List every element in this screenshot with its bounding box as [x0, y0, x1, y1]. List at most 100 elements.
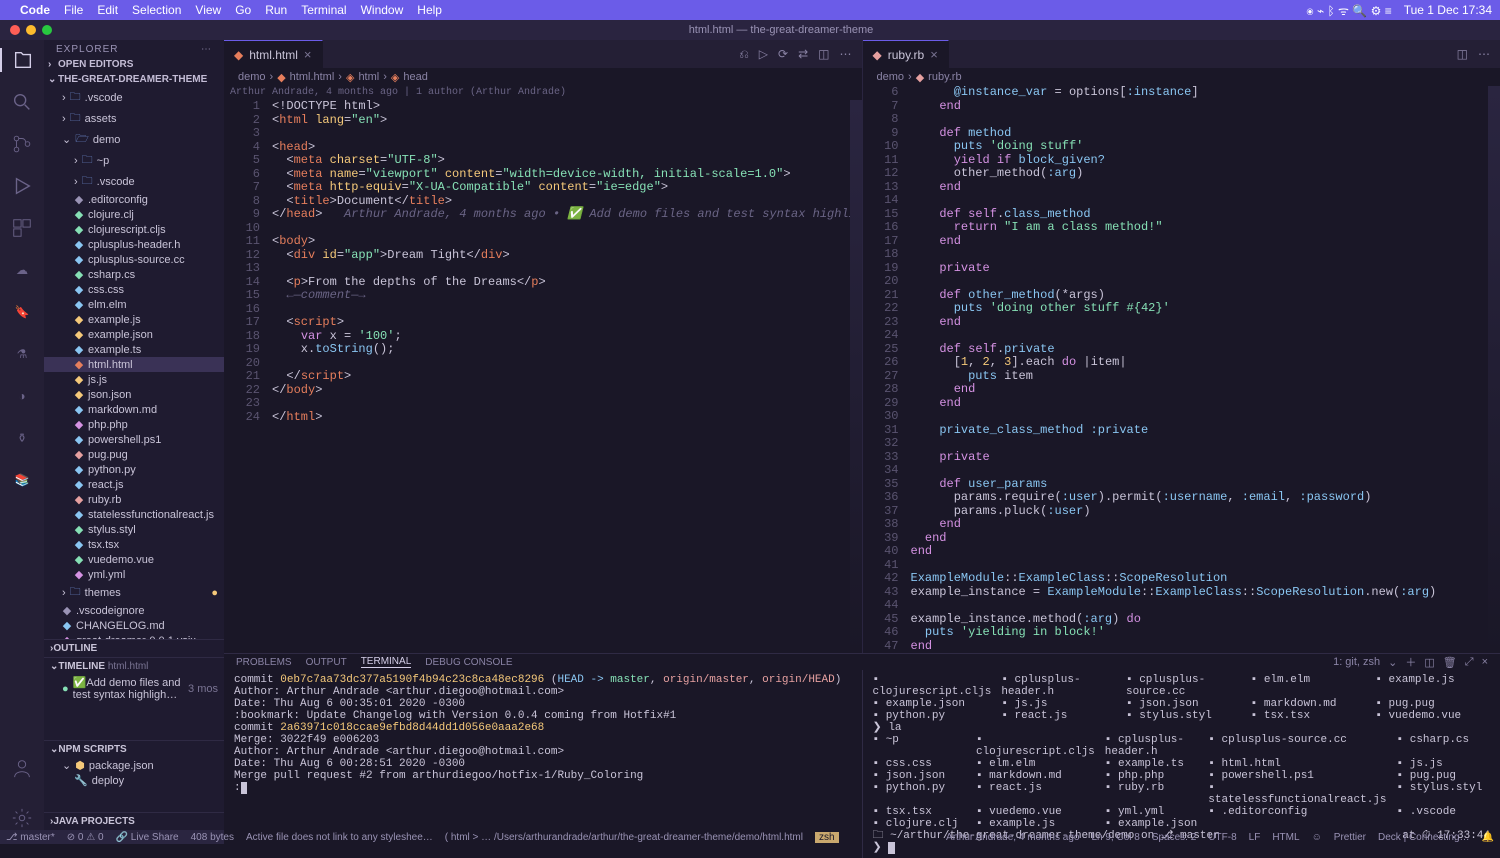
terminal-pane-right[interactable]: ▪ clojurescript.cljs▪ cplusplus-header.h…	[862, 670, 1500, 858]
split-icon[interactable]: ◫	[1457, 47, 1468, 61]
new-terminal-icon[interactable]: ＋	[1405, 654, 1416, 670]
breadcrumb[interactable]: demo› ◆html.html› ◈html› ◈head	[224, 68, 862, 86]
more-icon[interactable]: ⋯	[201, 44, 212, 55]
tree-node[interactable]: ◆powershell.ps1	[44, 432, 224, 447]
tab-ruby[interactable]: ◆ ruby.rb ×	[863, 40, 949, 68]
minimap[interactable]	[850, 100, 862, 653]
menu-item-go[interactable]: Go	[235, 3, 251, 17]
close-tab-icon[interactable]: ×	[304, 47, 312, 62]
code-area[interactable]: 6789101112131415161718192021222324252627…	[863, 86, 1500, 653]
tree-node[interactable]: ◆vuedemo.vue	[44, 552, 224, 567]
stylesheet-status[interactable]: Active file does not link to any stylesh…	[246, 832, 433, 843]
tree-node[interactable]: ◆python.py	[44, 462, 224, 477]
java-projects-section[interactable]: ›JAVA PROJECTS	[44, 812, 224, 830]
tree-node[interactable]: ◆example.ts	[44, 342, 224, 357]
split-terminal-icon[interactable]: ◫	[1424, 656, 1434, 669]
open-editors-section[interactable]: ›OPEN EDITORS	[44, 57, 224, 72]
menu-item-edit[interactable]: Edit	[97, 3, 118, 17]
language-status[interactable]: HTML	[1272, 832, 1299, 843]
prettier-status[interactable]: Prettier	[1334, 832, 1366, 843]
tree-node[interactable]: ◆ruby.rb	[44, 492, 224, 507]
tree-node[interactable]: ◆csharp.cs	[44, 267, 224, 282]
tree-node[interactable]: ›🗀.vscode	[44, 171, 224, 192]
minimize-window-icon[interactable]	[26, 25, 36, 35]
npm-script[interactable]: 🔧deploy	[44, 773, 224, 788]
menu-item-help[interactable]: Help	[417, 3, 442, 17]
run-debug-icon[interactable]	[10, 174, 34, 198]
tree-node[interactable]: ◆elm.elm	[44, 297, 224, 312]
test-icon[interactable]: ⚗	[10, 342, 34, 366]
tray-icons[interactable]: ⦿ ⌁ ᛒ ᯤ 🔍 ⚙ ≡	[1306, 2, 1391, 19]
more-actions-icon[interactable]: ⋯	[840, 47, 852, 61]
timeline-item[interactable]: ●✅Add demo files and test syntax highlig…	[44, 675, 224, 702]
tree-node[interactable]: ◆clojurescript.cljs	[44, 222, 224, 237]
code-area[interactable]: 123456789101112131415161718192021222324 …	[224, 100, 862, 653]
tree-node[interactable]: ◆stylus.styl	[44, 522, 224, 537]
tree-node[interactable]: ◆tsx.tsx	[44, 537, 224, 552]
project-section[interactable]: ⌄THE-GREAT-DREAMER-THEME	[44, 72, 224, 87]
settings-gear-icon[interactable]	[10, 806, 34, 830]
breadcrumb-status[interactable]: ( html > … /Users/arthurandrade/arthur/t…	[445, 832, 803, 843]
sync-icon[interactable]: ⟳	[778, 47, 788, 61]
run-icon[interactable]: ⎌	[739, 47, 749, 62]
tree-node[interactable]: ›🗀assets	[44, 108, 224, 129]
panel-tab-terminal[interactable]: TERMINAL	[361, 656, 412, 668]
remote-icon[interactable]: ☁	[10, 258, 34, 282]
encoding-status[interactable]: UTF-8	[1208, 832, 1236, 843]
codelens[interactable]: Arthur Andrade, 4 months ago | 1 author …	[224, 86, 862, 100]
traffic-lights[interactable]	[0, 25, 62, 35]
tree-node[interactable]: ◆example.js	[44, 312, 224, 327]
file-tree[interactable]: ›🗀.vscode›🗀assets⌄🗁demo›🗀~p›🗀.vscode◆.ed…	[44, 87, 224, 639]
tree-node[interactable]: ›🗀~p	[44, 150, 224, 171]
tree-node[interactable]: ◆js.js	[44, 372, 224, 387]
tree-node[interactable]: ◆html.html	[44, 357, 224, 372]
menu-item-view[interactable]: View	[195, 3, 221, 17]
tree-node[interactable]: ◆statelessfunctionalreact.js	[44, 507, 224, 522]
search-icon[interactable]	[10, 90, 34, 114]
tree-node[interactable]: ◆CHANGELOG.md	[44, 618, 224, 633]
extensions-icon[interactable]	[10, 216, 34, 240]
npm-scripts-section[interactable]: ⌄NPM SCRIPTS	[44, 740, 224, 758]
library-icon[interactable]: 📚	[10, 468, 34, 492]
tree-node[interactable]: ⌄🗁demo	[44, 129, 224, 150]
flask-icon[interactable]: ⚱	[10, 426, 34, 450]
maximize-panel-icon[interactable]: ⤢	[1465, 656, 1474, 669]
panel-tab-problems[interactable]: PROBLEMS	[236, 657, 292, 668]
eol-status[interactable]: LF	[1249, 832, 1261, 843]
liveshare-status[interactable]: 🔗 Live Share	[116, 832, 179, 843]
trash-icon[interactable]: 🗑	[1443, 656, 1457, 669]
more-actions-icon[interactable]: ⋯	[1478, 47, 1490, 61]
menu-item-selection[interactable]: Selection	[132, 3, 181, 17]
tree-node[interactable]: ◆example.json	[44, 327, 224, 342]
filesize-status[interactable]: 408 bytes	[191, 832, 234, 843]
maximize-window-icon[interactable]	[42, 25, 52, 35]
app-name[interactable]: Code	[20, 3, 50, 17]
branch-status[interactable]: ⎇ master*	[6, 832, 55, 843]
feedback-status[interactable]: ☺	[1312, 832, 1322, 843]
close-window-icon[interactable]	[10, 25, 20, 35]
explorer-icon[interactable]	[0, 48, 44, 72]
tab-html[interactable]: ◆ html.html ×	[224, 40, 323, 68]
panel-tab-debug[interactable]: DEBUG CONSOLE	[425, 657, 512, 668]
color-icon[interactable]: ◑	[10, 384, 34, 408]
tree-node[interactable]: ◆json.json	[44, 387, 224, 402]
indent-status[interactable]: Spaces: 2	[1152, 832, 1196, 843]
deck-status[interactable]: Deck | Connecting…	[1378, 832, 1470, 843]
tree-node[interactable]: ◆.vscodeignore	[44, 603, 224, 618]
compare-icon[interactable]: ⇄	[798, 47, 808, 61]
menu-item-run[interactable]: Run	[265, 3, 287, 17]
tree-node[interactable]: ›🗀themes●	[44, 582, 224, 603]
split-icon[interactable]: ◫	[818, 47, 829, 61]
play-icon[interactable]: ▷	[759, 47, 768, 61]
tree-node[interactable]: ◆markdown.md	[44, 402, 224, 417]
account-icon[interactable]	[10, 756, 34, 780]
terminal-pane-left[interactable]: commit 0eb7c7aa73dc377a5190f4b94c23c8ca4…	[224, 670, 862, 858]
tree-node[interactable]: ◆yml.yml	[44, 567, 224, 582]
tree-node[interactable]: ◆react.js	[44, 477, 224, 492]
breadcrumb[interactable]: demo› ◆ruby.rb	[863, 68, 1500, 86]
source-control-icon[interactable]	[10, 132, 34, 156]
tree-node[interactable]: ◆php.php	[44, 417, 224, 432]
minimap[interactable]	[1488, 86, 1500, 653]
tree-node[interactable]: ›🗀.vscode	[44, 87, 224, 108]
cursor-status[interactable]: Ln 9, Col 8	[1091, 832, 1139, 843]
